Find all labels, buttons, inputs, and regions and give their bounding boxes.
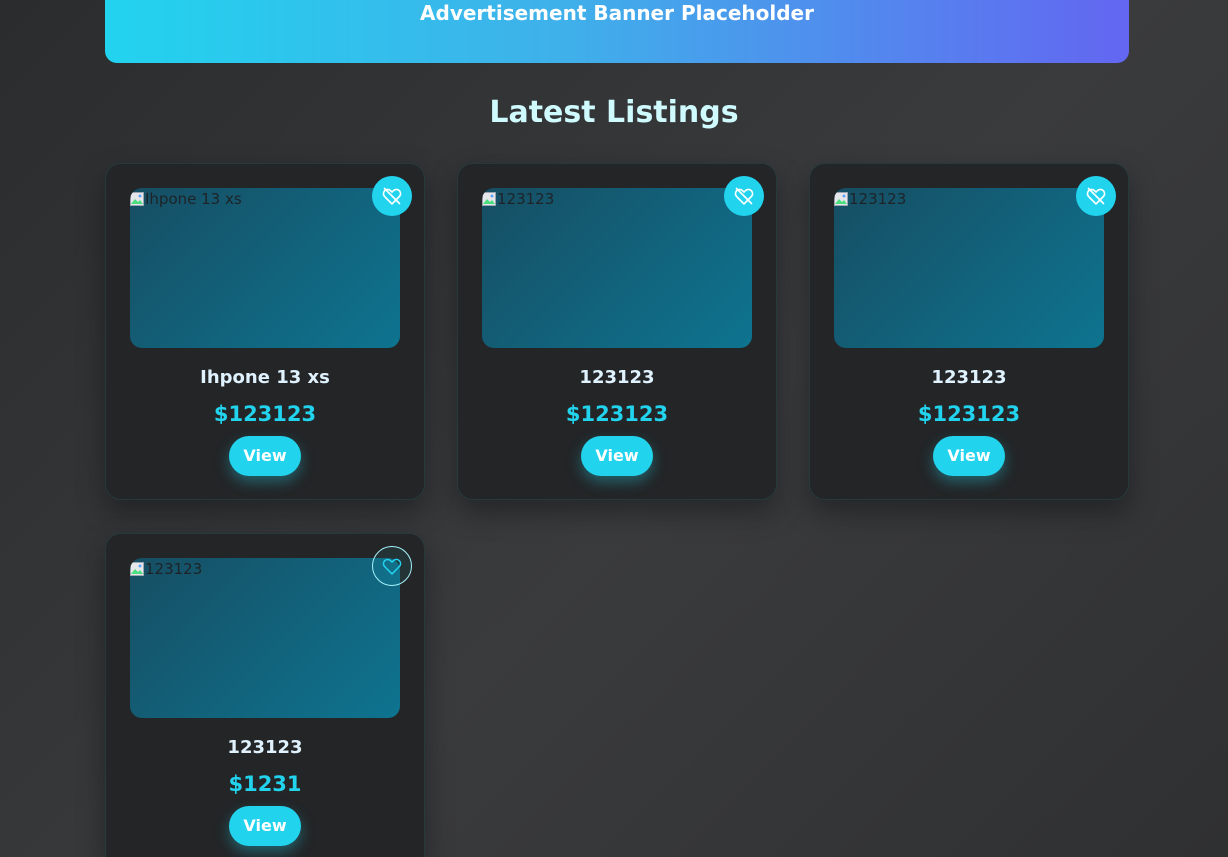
listing-image[interactable]: 123123 [834,188,1104,348]
listing-card: 123123 123123 $1231 View [105,533,425,857]
favorite-toggle-button[interactable] [372,546,412,586]
listing-image[interactable]: Ihpone 13 xs [130,188,400,348]
listing-image-alt: Ihpone 13 xs [130,190,242,208]
listing-title: 123123 [579,367,655,388]
listing-price: $123123 [565,402,669,426]
banner-text: Advertisement Banner Placeholder [420,1,814,25]
view-button[interactable]: View [581,436,653,476]
listing-price: $123123 [917,402,1021,426]
listing-card: 123123 123123 $123123 View [809,163,1129,500]
broken-image-icon [130,192,144,206]
favorite-toggle-button[interactable] [724,176,764,216]
listing-image[interactable]: 123123 [482,188,752,348]
favorite-toggle-button[interactable] [1076,176,1116,216]
view-button[interactable]: View [229,806,301,846]
broken-image-icon [834,192,848,206]
heart-icon [382,558,402,575]
listing-price: $123123 [213,402,317,426]
advertisement-banner: Advertisement Banner Placeholder [105,0,1129,63]
listing-title: 123123 [227,737,303,758]
listing-price: $1231 [228,772,302,796]
heart-off-icon [382,187,402,205]
section-title: Latest Listings [489,95,739,130]
view-button[interactable]: View [933,436,1005,476]
view-button[interactable]: View [229,436,301,476]
listing-image-alt: 123123 [834,190,906,208]
listing-card: 123123 123123 $123123 View [457,163,777,500]
heart-off-icon [734,187,754,205]
listing-card: Ihpone 13 xs Ihpone 13 xs $123123 View [105,163,425,500]
listing-image-alt: 123123 [130,560,202,578]
listing-title: 123123 [931,367,1007,388]
listing-title: Ihpone 13 xs [200,367,330,388]
listing-image-alt: 123123 [482,190,554,208]
broken-image-icon [482,192,496,206]
broken-image-icon [130,562,144,576]
heart-off-icon [1086,187,1106,205]
listing-image[interactable]: 123123 [130,558,400,718]
favorite-toggle-button[interactable] [372,176,412,216]
